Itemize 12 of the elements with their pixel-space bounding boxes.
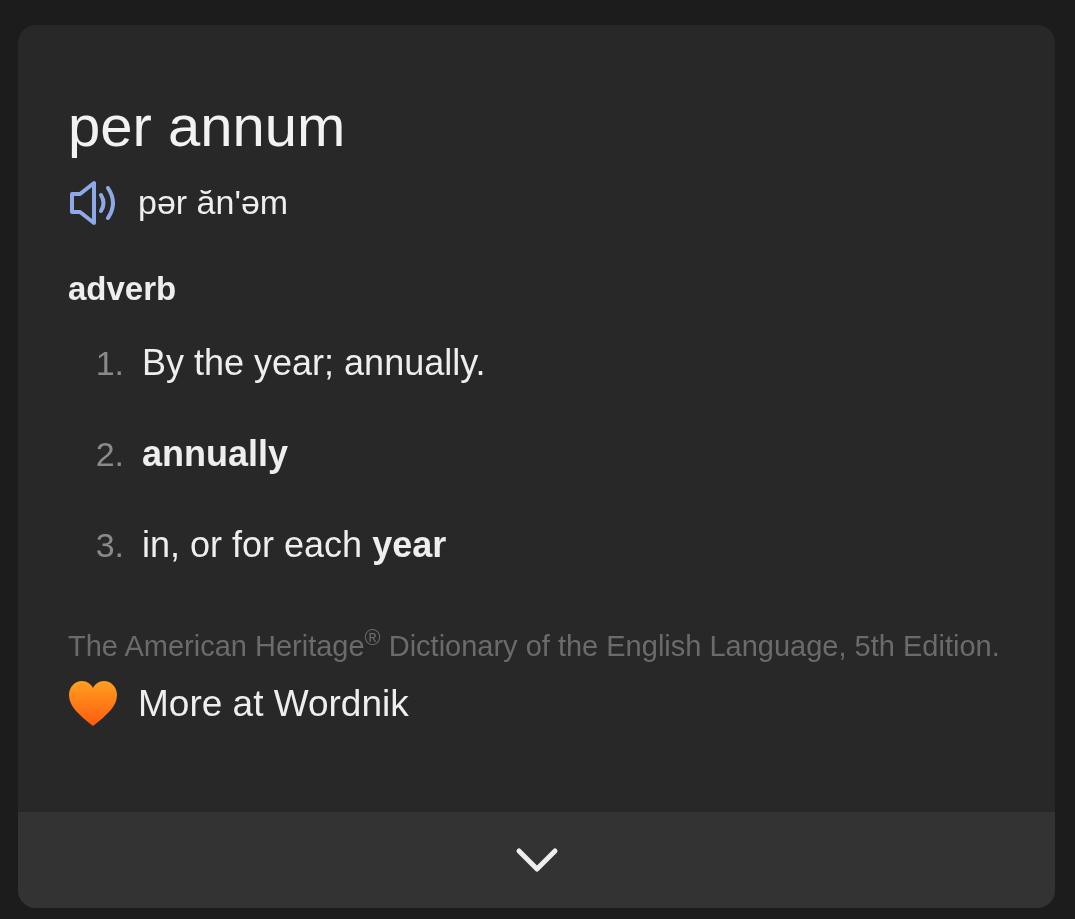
- definition-number: 3.: [94, 524, 125, 566]
- definition-text: annually: [142, 433, 289, 474]
- definition-text: By the year; annually.: [142, 342, 486, 383]
- source-citation: The American Heritage$^{®}$ Dictionary of the English Language, 5th Edition.: [68, 624, 1001, 664]
- definition-text: in, or for each year: [142, 524, 447, 565]
- definition-number: 2.: [94, 433, 125, 475]
- part-of-speech: adverb: [68, 269, 178, 309]
- wordnik-link[interactable]: More at Wordnik: [138, 676, 409, 732]
- heart-icon: [68, 679, 118, 728]
- definition-number: 1.: [94, 342, 125, 384]
- pronunciation: pər ăn'əm: [138, 182, 289, 223]
- chevron-down-icon: [514, 847, 559, 873]
